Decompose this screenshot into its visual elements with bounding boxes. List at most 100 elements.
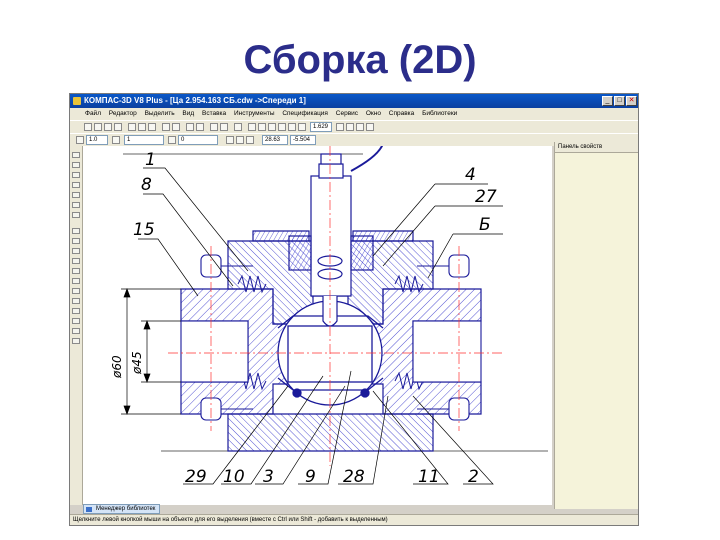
callout-label: 10: [223, 467, 245, 487]
callout-label: 2: [468, 467, 479, 487]
save-document-icon[interactable]: [104, 123, 112, 131]
designations-tool-icon[interactable]: [72, 172, 80, 178]
status-text: Щелкните левой кнопкой мыши на объекте д…: [73, 517, 388, 523]
cursor-x-field[interactable]: 28.63: [262, 135, 288, 145]
callout-label: 28: [343, 467, 365, 487]
menu-insert[interactable]: Вставка: [199, 108, 229, 120]
zoom-window-icon[interactable]: [268, 123, 276, 131]
zoom-field[interactable]: 1.629: [310, 122, 332, 132]
menu-window[interactable]: Окно: [363, 108, 384, 120]
menu-edit[interactable]: Редактор: [106, 108, 140, 120]
menu-help[interactable]: Справка: [386, 108, 418, 120]
circle-tool-icon[interactable]: [72, 248, 80, 254]
grid-icon[interactable]: [112, 136, 120, 144]
fillet-tool-icon[interactable]: [72, 318, 80, 324]
chamfer-tool-icon[interactable]: [72, 308, 80, 314]
help-icon[interactable]: [234, 123, 242, 131]
segment-tool-icon[interactable]: [72, 238, 80, 244]
new-document-icon[interactable]: [84, 123, 92, 131]
callout-label: 15: [133, 220, 155, 240]
paste-icon[interactable]: [148, 123, 156, 131]
callout-label: 29: [185, 467, 207, 487]
status-bar: Щелкните левой кнопкой мыши на объекте д…: [70, 514, 638, 525]
select-tool-icon[interactable]: [72, 212, 80, 218]
undo-icon[interactable]: [162, 123, 170, 131]
auxiliary-line-tool-icon[interactable]: [72, 328, 80, 334]
parametrization-tool-icon[interactable]: [72, 192, 80, 198]
local-cs-icon[interactable]: [226, 136, 234, 144]
zoom-previous-icon[interactable]: [336, 123, 344, 131]
compact-toolbar: [70, 146, 83, 505]
print-icon[interactable]: [114, 123, 122, 131]
line-scale-field[interactable]: 1.0: [86, 135, 108, 145]
snap-icon[interactable]: [246, 136, 254, 144]
rectangle-tool-icon[interactable]: [72, 268, 80, 274]
dimension-d60: ø60: [110, 355, 124, 379]
callout-label: 11: [418, 467, 440, 487]
library-manager-tab[interactable]: Менеджер библиотек: [83, 504, 161, 514]
ortho-icon[interactable]: [236, 136, 244, 144]
contour-tool-icon[interactable]: [72, 338, 80, 344]
window-title: КОМПАС-3D V8 Plus - [Ца 2.954.163 СБ.cdw…: [84, 96, 306, 105]
copy-icon[interactable]: [138, 123, 146, 131]
redo-icon[interactable]: [172, 123, 180, 131]
zoom-in-icon[interactable]: [248, 123, 256, 131]
minimize-button[interactable]: _: [602, 96, 613, 106]
menu-specification[interactable]: Спецификация: [279, 108, 331, 120]
callout-label: 1: [145, 150, 156, 170]
menu-bar: Файл Редактор Выделить Вид Вставка Инстр…: [70, 108, 638, 120]
callout-label: 3: [263, 467, 274, 487]
menu-tools[interactable]: Инструменты: [231, 108, 278, 120]
angle-icon[interactable]: [168, 136, 176, 144]
line-scale-icon[interactable]: [76, 136, 84, 144]
close-button[interactable]: ✕: [626, 96, 637, 106]
window-titlebar[interactable]: КОМПАС-3D V8 Plus - [Ца 2.954.163 СБ.cdw…: [70, 94, 638, 108]
pan-icon[interactable]: [278, 123, 286, 131]
callout-label: 8: [141, 175, 152, 195]
hatch-tool-icon[interactable]: [72, 298, 80, 304]
library-manager-label: Менеджер библиотек: [96, 506, 156, 512]
zoom-out-icon[interactable]: [258, 123, 266, 131]
arc-tool-icon[interactable]: [72, 258, 80, 264]
zoom-next-icon[interactable]: [346, 123, 354, 131]
callout-label: 27: [475, 187, 497, 207]
kompas-window: КОМПАС-3D V8 Plus - [Ца 2.954.163 СБ.cdw…: [69, 93, 639, 526]
slide-title: Сборка (2D): [243, 38, 477, 82]
variables-icon[interactable]: [210, 123, 218, 131]
rotate-icon[interactable]: [298, 123, 306, 131]
standard-toolbar: 1.629: [70, 120, 638, 133]
callout-label: 4: [465, 165, 476, 185]
menu-select[interactable]: Выделить: [142, 108, 178, 120]
current-state-toolbar: 1.0 1 0 28.63 -5.504: [70, 133, 638, 146]
editing-tool-icon[interactable]: [72, 182, 80, 188]
callout-label: Б: [479, 215, 491, 235]
cursor-y-field[interactable]: -5.504: [290, 135, 316, 145]
library-icon[interactable]: [196, 123, 204, 131]
point-tool-icon[interactable]: [72, 228, 80, 234]
assembly-drawing: ø60 ø45 1 8 15 4 27 Б 29 10 3 9 28 11 2: [110, 146, 548, 487]
angle-field[interactable]: 0: [178, 135, 218, 145]
step-field[interactable]: 1: [124, 135, 164, 145]
menu-service[interactable]: Сервис: [333, 108, 361, 120]
drawing-canvas[interactable]: ø60 ø45 1 8 15 4 27 Б 29 10 3 9 28 11 2: [83, 146, 552, 505]
layers-icon[interactable]: [366, 123, 374, 131]
menu-libraries[interactable]: Библиотеки: [419, 108, 460, 120]
open-document-icon[interactable]: [94, 123, 102, 131]
properties-icon[interactable]: [186, 123, 194, 131]
dimension-d45: ø45: [130, 351, 144, 375]
polygon-tool-icon[interactable]: [72, 278, 80, 284]
fx-icon[interactable]: [220, 123, 228, 131]
maximize-button[interactable]: □: [614, 96, 625, 106]
callout-label: 9: [305, 467, 316, 487]
cut-icon[interactable]: [128, 123, 136, 131]
spline-tool-icon[interactable]: [72, 288, 80, 294]
menu-view[interactable]: Вид: [179, 108, 197, 120]
zoom-fit-icon[interactable]: [288, 123, 296, 131]
refresh-icon[interactable]: [356, 123, 364, 131]
menu-file[interactable]: Файл: [82, 108, 104, 120]
dimensions-tool-icon[interactable]: [72, 162, 80, 168]
library-manager-icon: [86, 507, 92, 512]
geometry-tool-icon[interactable]: [72, 152, 80, 158]
kompas-app-icon: [73, 97, 81, 105]
measure-tool-icon[interactable]: [72, 202, 80, 208]
